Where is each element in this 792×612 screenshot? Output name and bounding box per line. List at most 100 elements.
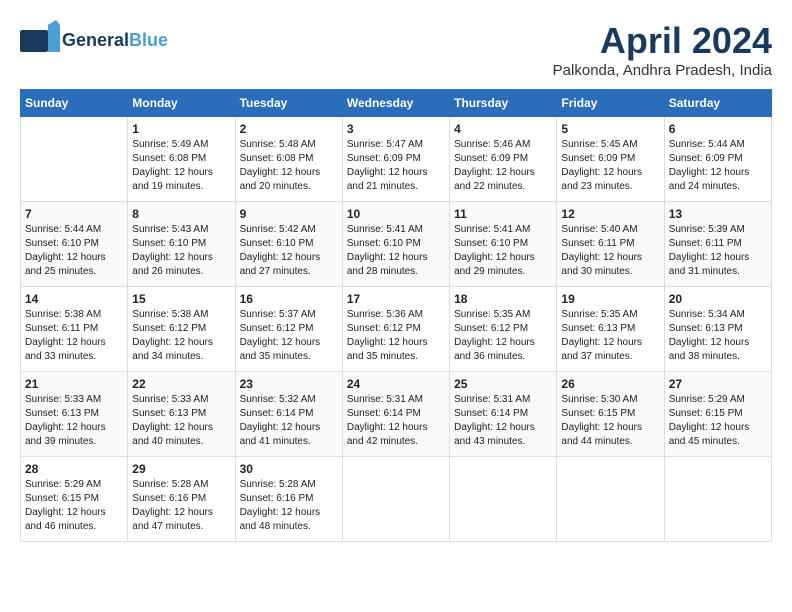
calendar-cell <box>664 457 771 542</box>
day-number: 16 <box>240 292 338 306</box>
day-number: 12 <box>561 207 659 221</box>
cell-daylight-info: Sunrise: 5:32 AM Sunset: 6:14 PM Dayligh… <box>240 393 338 449</box>
day-number: 7 <box>25 207 123 221</box>
day-header: Friday <box>557 90 664 117</box>
calendar-cell: 5 Sunrise: 5:45 AM Sunset: 6:09 PM Daylig… <box>557 117 664 202</box>
calendar-cell: 28 Sunrise: 5:29 AM Sunset: 6:15 PM Dayli… <box>21 457 128 542</box>
day-number: 22 <box>132 377 230 391</box>
calendar-cell: 8 Sunrise: 5:43 AM Sunset: 6:10 PM Daylig… <box>128 202 235 287</box>
calendar-cell: 15Sunrise: 5:38 AM Sunset: 6:12 PM Dayli… <box>128 287 235 372</box>
day-number: 6 <box>669 122 767 136</box>
calendar-cell: 4Sunrise: 5:46 AM Sunset: 6:09 PM Daylig… <box>450 117 557 202</box>
day-number: 20 <box>669 292 767 306</box>
cell-daylight-info: Sunrise: 5:35 AM Sunset: 6:12 PM Dayligh… <box>454 308 552 364</box>
calendar-week-row: 21 Sunrise: 5:33 AM Sunset: 6:13 PM Dayli… <box>21 372 772 457</box>
calendar-cell: 16 Sunrise: 5:37 AM Sunset: 6:12 PM Dayli… <box>235 287 342 372</box>
cell-daylight-info: Sunrise: 5:39 AM Sunset: 6:11 PM Dayligh… <box>669 223 767 279</box>
calendar-cell: 17Sunrise: 5:36 AM Sunset: 6:12 PM Dayli… <box>342 287 449 372</box>
calendar-cell: 2 Sunrise: 5:48 AM Sunset: 6:08 PM Daylig… <box>235 117 342 202</box>
page-header: GeneralBlue April 2024 Palkonda, Andhra … <box>20 20 772 79</box>
calendar-cell: 7 Sunrise: 5:44 AM Sunset: 6:10 PM Daylig… <box>21 202 128 287</box>
day-number: 17 <box>347 292 445 306</box>
cell-daylight-info: Sunrise: 5:28 AM Sunset: 6:16 PM Dayligh… <box>132 478 230 534</box>
calendar-cell: 30Sunrise: 5:28 AM Sunset: 6:16 PM Dayli… <box>235 457 342 542</box>
day-number: 25 <box>454 377 552 391</box>
day-number: 5 <box>561 122 659 136</box>
cell-daylight-info: Sunrise: 5:49 AM Sunset: 6:08 PM Dayligh… <box>132 138 230 194</box>
cell-daylight-info: Sunrise: 5:29 AM Sunset: 6:15 PM Dayligh… <box>669 393 767 449</box>
logo-text: GeneralBlue <box>62 30 168 51</box>
cell-daylight-info: Sunrise: 5:35 AM Sunset: 6:13 PM Dayligh… <box>561 308 659 364</box>
cell-daylight-info: Sunrise: 5:31 AM Sunset: 6:14 PM Dayligh… <box>454 393 552 449</box>
calendar-cell: 23 Sunrise: 5:32 AM Sunset: 6:14 PM Dayli… <box>235 372 342 457</box>
cell-daylight-info: Sunrise: 5:37 AM Sunset: 6:12 PM Dayligh… <box>240 308 338 364</box>
cell-daylight-info: Sunrise: 5:29 AM Sunset: 6:15 PM Dayligh… <box>25 478 123 534</box>
title-block: April 2024 Palkonda, Andhra Pradesh, Ind… <box>553 20 772 79</box>
calendar-week-row: 7 Sunrise: 5:44 AM Sunset: 6:10 PM Daylig… <box>21 202 772 287</box>
cell-daylight-info: Sunrise: 5:43 AM Sunset: 6:10 PM Dayligh… <box>132 223 230 279</box>
cell-daylight-info: Sunrise: 5:30 AM Sunset: 6:15 PM Dayligh… <box>561 393 659 449</box>
calendar-cell: 20 Sunrise: 5:34 AM Sunset: 6:13 PM Dayli… <box>664 287 771 372</box>
day-number: 9 <box>240 207 338 221</box>
cell-daylight-info: Sunrise: 5:33 AM Sunset: 6:13 PM Dayligh… <box>132 393 230 449</box>
cell-daylight-info: Sunrise: 5:44 AM Sunset: 6:09 PM Dayligh… <box>669 138 767 194</box>
calendar-week-row: 1 Sunrise: 5:49 AM Sunset: 6:08 PM Daylig… <box>21 117 772 202</box>
day-number: 23 <box>240 377 338 391</box>
day-number: 10 <box>347 207 445 221</box>
day-number: 29 <box>132 462 230 476</box>
calendar-cell: 1 Sunrise: 5:49 AM Sunset: 6:08 PM Daylig… <box>128 117 235 202</box>
day-header: Thursday <box>450 90 557 117</box>
calendar-cell: 26 Sunrise: 5:30 AM Sunset: 6:15 PM Dayli… <box>557 372 664 457</box>
day-number: 11 <box>454 207 552 221</box>
month-title: April 2024 <box>553 20 772 62</box>
cell-daylight-info: Sunrise: 5:34 AM Sunset: 6:13 PM Dayligh… <box>669 308 767 364</box>
cell-daylight-info: Sunrise: 5:33 AM Sunset: 6:13 PM Dayligh… <box>25 393 123 449</box>
calendar-cell: 24 Sunrise: 5:31 AM Sunset: 6:14 PM Dayli… <box>342 372 449 457</box>
calendar-cell: 29 Sunrise: 5:28 AM Sunset: 6:16 PM Dayli… <box>128 457 235 542</box>
day-number: 2 <box>240 122 338 136</box>
calendar-cell: 12Sunrise: 5:40 AM Sunset: 6:11 PM Dayli… <box>557 202 664 287</box>
cell-daylight-info: Sunrise: 5:48 AM Sunset: 6:08 PM Dayligh… <box>240 138 338 194</box>
day-number: 4 <box>454 122 552 136</box>
day-number: 27 <box>669 377 767 391</box>
day-number: 30 <box>240 462 338 476</box>
calendar-header-row: SundayMondayTuesdayWednesdayThursdayFrid… <box>21 90 772 117</box>
cell-daylight-info: Sunrise: 5:44 AM Sunset: 6:10 PM Dayligh… <box>25 223 123 279</box>
calendar-week-row: 28 Sunrise: 5:29 AM Sunset: 6:15 PM Dayli… <box>21 457 772 542</box>
calendar-table: SundayMondayTuesdayWednesdayThursdayFrid… <box>20 89 772 542</box>
day-number: 13 <box>669 207 767 221</box>
calendar-cell: 10 Sunrise: 5:41 AM Sunset: 6:10 PM Dayli… <box>342 202 449 287</box>
calendar-cell: 27 Sunrise: 5:29 AM Sunset: 6:15 PM Dayli… <box>664 372 771 457</box>
cell-daylight-info: Sunrise: 5:41 AM Sunset: 6:10 PM Dayligh… <box>347 223 445 279</box>
cell-daylight-info: Sunrise: 5:31 AM Sunset: 6:14 PM Dayligh… <box>347 393 445 449</box>
day-number: 18 <box>454 292 552 306</box>
day-header: Sunday <box>21 90 128 117</box>
day-number: 8 <box>132 207 230 221</box>
cell-daylight-info: Sunrise: 5:41 AM Sunset: 6:10 PM Dayligh… <box>454 223 552 279</box>
calendar-cell: 9 Sunrise: 5:42 AM Sunset: 6:10 PM Daylig… <box>235 202 342 287</box>
calendar-cell <box>342 457 449 542</box>
day-number: 14 <box>25 292 123 306</box>
day-number: 15 <box>132 292 230 306</box>
logo-icon <box>20 20 60 60</box>
calendar-cell: 6 Sunrise: 5:44 AM Sunset: 6:09 PM Daylig… <box>664 117 771 202</box>
day-number: 26 <box>561 377 659 391</box>
calendar-week-row: 14 Sunrise: 5:38 AM Sunset: 6:11 PM Dayli… <box>21 287 772 372</box>
day-number: 28 <box>25 462 123 476</box>
day-header: Wednesday <box>342 90 449 117</box>
calendar-cell <box>450 457 557 542</box>
day-number: 21 <box>25 377 123 391</box>
calendar-cell: 3Sunrise: 5:47 AM Sunset: 6:09 PM Daylig… <box>342 117 449 202</box>
cell-daylight-info: Sunrise: 5:42 AM Sunset: 6:10 PM Dayligh… <box>240 223 338 279</box>
cell-daylight-info: Sunrise: 5:38 AM Sunset: 6:11 PM Dayligh… <box>25 308 123 364</box>
day-number: 1 <box>132 122 230 136</box>
calendar-cell: 13 Sunrise: 5:39 AM Sunset: 6:11 PM Dayli… <box>664 202 771 287</box>
day-number: 3 <box>347 122 445 136</box>
cell-daylight-info: Sunrise: 5:45 AM Sunset: 6:09 PM Dayligh… <box>561 138 659 194</box>
day-number: 24 <box>347 377 445 391</box>
calendar-cell: 21 Sunrise: 5:33 AM Sunset: 6:13 PM Dayli… <box>21 372 128 457</box>
calendar-cell: 11 Sunrise: 5:41 AM Sunset: 6:10 PM Dayli… <box>450 202 557 287</box>
calendar-cell <box>21 117 128 202</box>
calendar-cell: 25 Sunrise: 5:31 AM Sunset: 6:14 PM Dayli… <box>450 372 557 457</box>
calendar-cell <box>557 457 664 542</box>
